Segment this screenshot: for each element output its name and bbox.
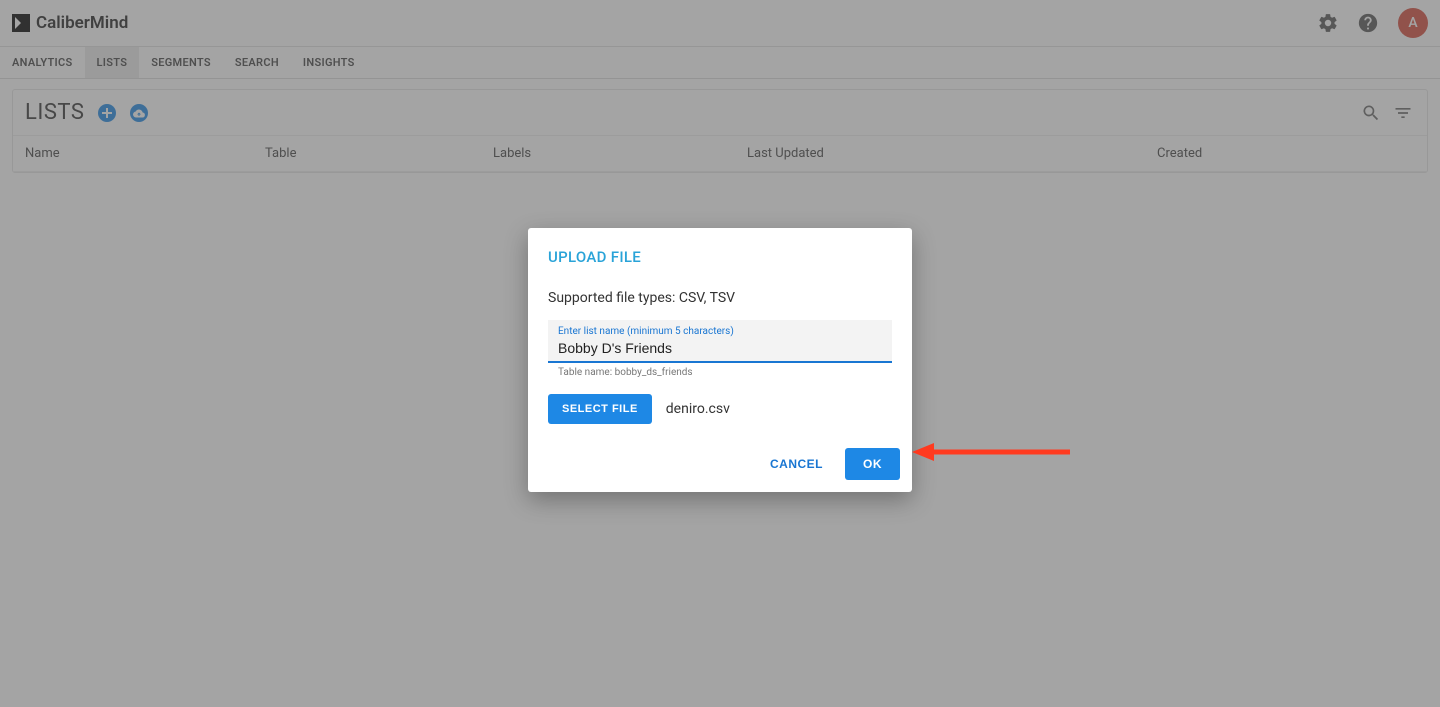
ok-button[interactable]: OK bbox=[845, 448, 900, 480]
modal-overlay: UPLOAD FILE Supported file types: CSV, T… bbox=[0, 0, 1440, 707]
select-file-button[interactable]: SELECT FILE bbox=[548, 394, 652, 424]
list-name-label: Enter list name (minimum 5 characters) bbox=[558, 326, 882, 337]
dialog-actions: CANCEL OK bbox=[528, 448, 912, 480]
list-name-input-wrap: Enter list name (minimum 5 characters) bbox=[548, 320, 892, 363]
list-name-input[interactable] bbox=[558, 340, 882, 356]
selected-file-name: deniro.csv bbox=[666, 401, 730, 417]
file-select-row: SELECT FILE deniro.csv bbox=[528, 394, 912, 424]
dialog-title: UPLOAD FILE bbox=[528, 248, 912, 266]
supported-types-text: Supported file types: CSV, TSV bbox=[528, 290, 912, 306]
cancel-button[interactable]: CANCEL bbox=[756, 448, 837, 480]
table-name-helper: Table name: bobby_ds_friends bbox=[528, 363, 912, 378]
upload-file-dialog: UPLOAD FILE Supported file types: CSV, T… bbox=[528, 228, 912, 492]
